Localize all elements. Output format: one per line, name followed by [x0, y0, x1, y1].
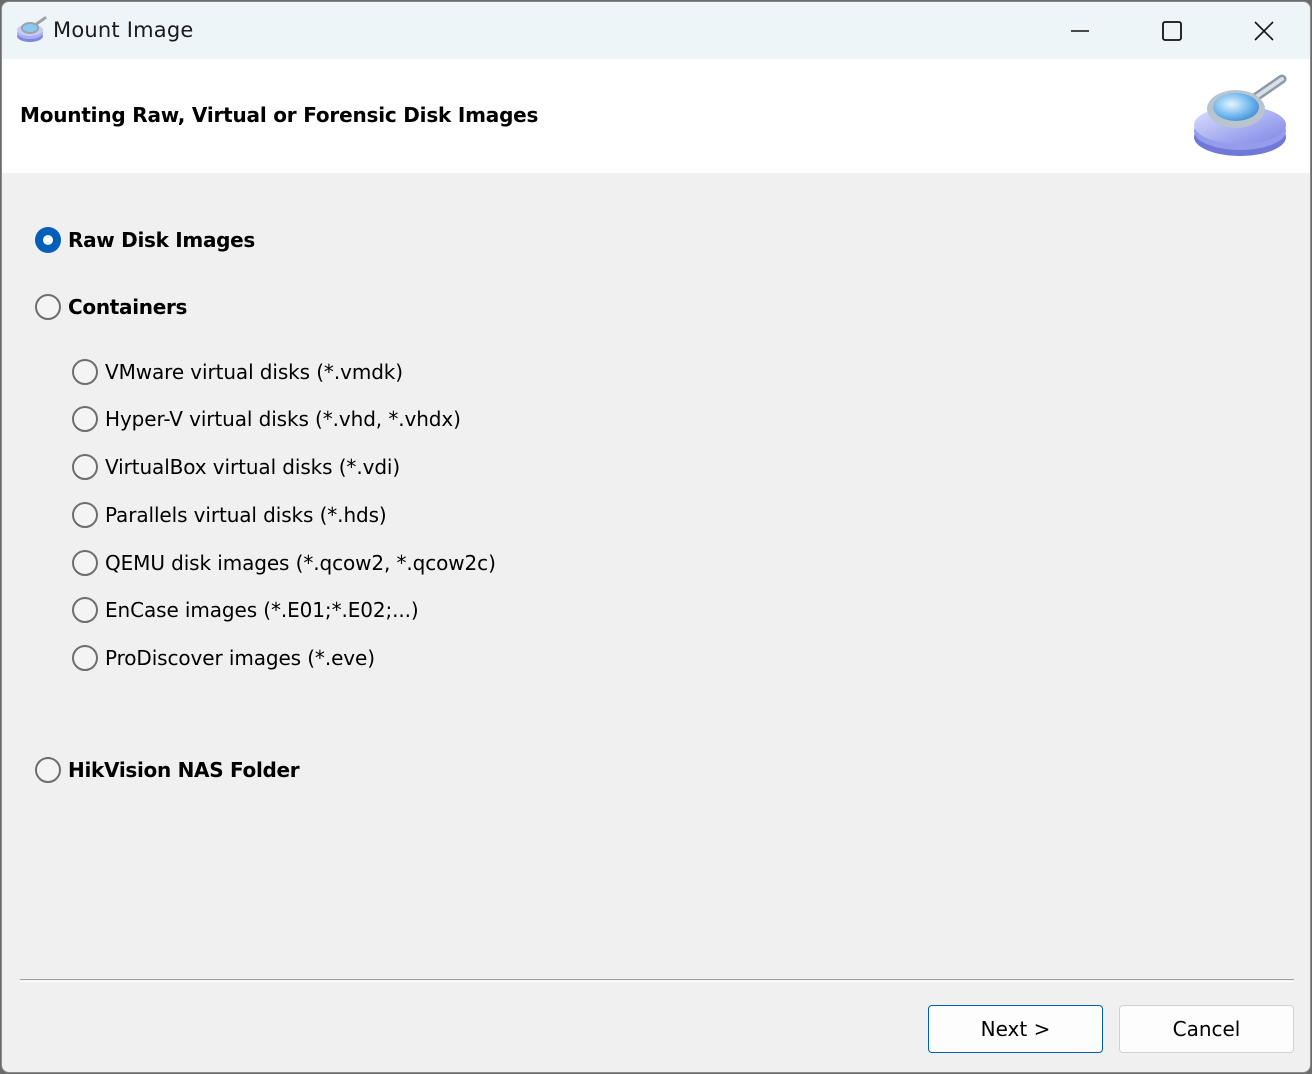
- radio-parallels[interactable]: Parallels virtual disks (*.hds): [72, 502, 387, 528]
- close-button[interactable]: [1218, 2, 1310, 59]
- page-title: Mounting Raw, Virtual or Forensic Disk I…: [20, 103, 539, 127]
- option-label: HikVision NAS Folder: [68, 758, 300, 782]
- radio-raw-disk-images[interactable]: Raw Disk Images: [35, 227, 255, 253]
- option-label: Hyper-V virtual disks (*.vhd, *.vhdx): [105, 407, 461, 431]
- radio-button[interactable]: [35, 294, 61, 320]
- radio-containers[interactable]: Containers: [35, 294, 187, 320]
- disk-magnifier-icon: [17, 16, 47, 42]
- minimize-icon: [1071, 29, 1089, 32]
- radio-button[interactable]: [72, 645, 98, 671]
- radio-prodiscover[interactable]: ProDiscover images (*.eve): [72, 645, 375, 671]
- option-label: QEMU disk images (*.qcow2, *.qcow2c): [105, 551, 496, 575]
- radio-qemu[interactable]: QEMU disk images (*.qcow2, *.qcow2c): [72, 550, 496, 576]
- radio-button[interactable]: [72, 597, 98, 623]
- header-panel: Mounting Raw, Virtual or Forensic Disk I…: [2, 59, 1310, 173]
- radio-hikvision-nas-folder[interactable]: HikVision NAS Folder: [35, 757, 300, 783]
- radio-button[interactable]: [72, 550, 98, 576]
- radio-virtualbox[interactable]: VirtualBox virtual disks (*.vdi): [72, 454, 400, 480]
- radio-vmware[interactable]: VMware virtual disks (*.vmdk): [72, 359, 403, 385]
- window-title: Mount Image: [53, 18, 194, 42]
- option-label: VMware virtual disks (*.vmdk): [105, 360, 403, 384]
- radio-encase[interactable]: EnCase images (*.E01;*.E02;...): [72, 597, 419, 623]
- title-bar[interactable]: Mount Image: [2, 2, 1310, 59]
- maximize-icon: [1162, 20, 1182, 41]
- footer-separator: [20, 979, 1294, 982]
- option-label: Containers: [68, 295, 188, 319]
- radio-button[interactable]: [72, 359, 98, 385]
- option-label: VirtualBox virtual disks (*.vdi): [105, 455, 401, 479]
- cancel-button[interactable]: Cancel: [1119, 1005, 1294, 1053]
- next-button[interactable]: Next >: [928, 1005, 1103, 1053]
- radio-hyper-v[interactable]: Hyper-V virtual disks (*.vhd, *.vhdx): [72, 406, 461, 432]
- maximize-button[interactable]: [1126, 2, 1218, 59]
- radio-button[interactable]: [35, 757, 61, 783]
- option-label: EnCase images (*.E01;*.E02;...): [105, 598, 419, 622]
- radio-button[interactable]: [72, 502, 98, 528]
- option-label: Raw Disk Images: [68, 228, 256, 252]
- mount-image-dialog: Mount Image Mounting Raw, Virtual or For…: [1, 1, 1311, 1073]
- radio-button-checked[interactable]: [35, 227, 61, 253]
- radio-button[interactable]: [72, 454, 98, 480]
- minimize-button[interactable]: [1034, 2, 1126, 59]
- option-label: Parallels virtual disks (*.hds): [105, 503, 387, 527]
- disk-magnifier-icon: [1194, 74, 1287, 156]
- option-label: ProDiscover images (*.eve): [105, 646, 375, 670]
- close-icon: [1254, 20, 1274, 41]
- radio-button[interactable]: [72, 406, 98, 432]
